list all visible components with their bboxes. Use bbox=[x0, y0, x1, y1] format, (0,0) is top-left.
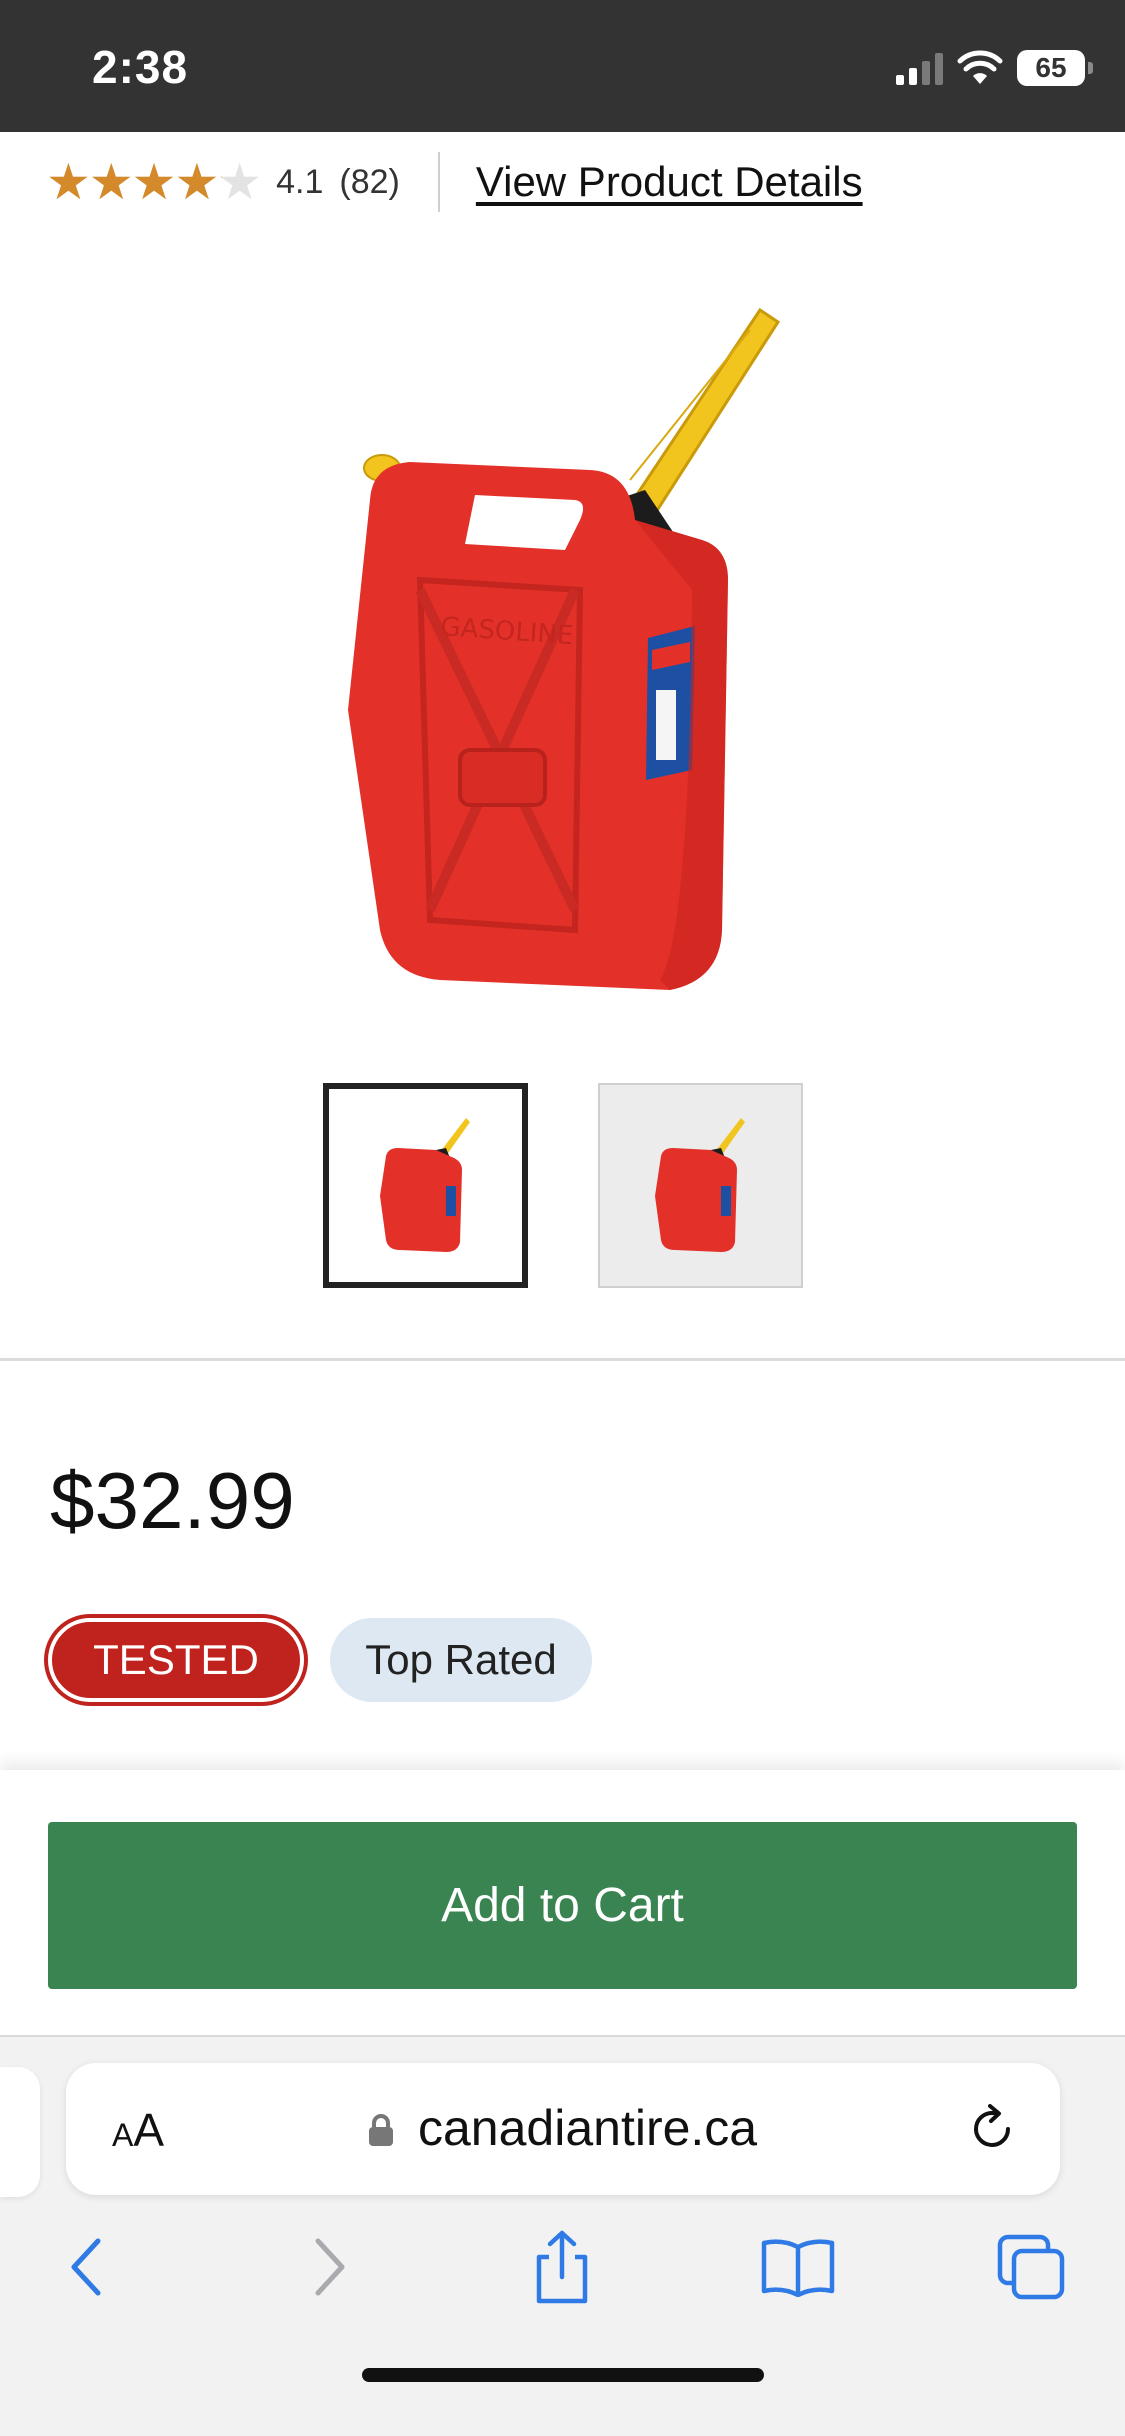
address-bar[interactable]: AA canadiantire.ca bbox=[66, 2063, 1060, 2195]
chevron-left-icon bbox=[71, 2238, 101, 2296]
jerry-can-thumbnail bbox=[654, 1117, 745, 1252]
share-button[interactable] bbox=[522, 2227, 602, 2307]
cart-bar: Add to Cart bbox=[0, 1770, 1125, 2035]
status-icons: 65 bbox=[896, 48, 1093, 88]
rating-row: ★★★★★ ★★★★★ 4.1 (82) View Product Detail… bbox=[46, 150, 863, 214]
home-indicator bbox=[362, 2368, 764, 2382]
back-button[interactable] bbox=[46, 2227, 126, 2307]
battery-icon: 65 bbox=[1017, 50, 1093, 86]
stars-filled: ★★★★★ bbox=[46, 157, 222, 207]
reader-settings-button[interactable]: AA bbox=[112, 2103, 164, 2157]
add-to-cart-button[interactable]: Add to Cart bbox=[48, 1822, 1077, 1989]
status-time: 2:38 bbox=[92, 41, 189, 93]
star-rating: ★★★★★ ★★★★★ bbox=[46, 157, 262, 207]
badges: TESTED Top Rated bbox=[48, 1618, 592, 1702]
page: 2:38 65 ★★★★★ ★★★★★ 4.1 (82) View Produc… bbox=[0, 0, 1125, 2436]
cellular-signal-icon bbox=[896, 51, 943, 85]
top-rated-badge: Top Rated bbox=[330, 1618, 592, 1702]
divider bbox=[437, 152, 440, 212]
rating-count[interactable]: (82) bbox=[339, 163, 399, 202]
chevron-right-icon bbox=[315, 2238, 345, 2296]
wifi-icon bbox=[957, 50, 1003, 84]
tabs-icon bbox=[997, 2234, 1065, 2300]
thumbnail-strip bbox=[323, 1083, 803, 1288]
section-divider bbox=[0, 1358, 1125, 1361]
tested-badge: TESTED bbox=[48, 1618, 304, 1702]
share-icon bbox=[536, 2230, 588, 2304]
reload-icon[interactable] bbox=[964, 2101, 1020, 2157]
thumbnail-1[interactable] bbox=[323, 1083, 528, 1288]
rating-value: 4.1 bbox=[276, 162, 324, 201]
bookmarks-button[interactable] bbox=[758, 2227, 838, 2307]
thumbnail-2[interactable] bbox=[598, 1083, 803, 1288]
book-icon bbox=[761, 2239, 835, 2297]
lock-icon bbox=[369, 2114, 393, 2146]
previous-tab-peek[interactable] bbox=[0, 2067, 40, 2197]
url-text: canadiantire.ca bbox=[418, 2100, 758, 2156]
view-product-details-link[interactable]: View Product Details bbox=[476, 158, 863, 206]
forward-button[interactable] bbox=[290, 2227, 370, 2307]
jerry-can-thumbnail bbox=[379, 1117, 470, 1252]
tabs-button[interactable] bbox=[992, 2227, 1072, 2307]
status-bar: 2:38 65 bbox=[0, 0, 1125, 132]
product-image[interactable]: GASOLINE bbox=[330, 290, 800, 1010]
safari-nav-toolbar bbox=[0, 2227, 1125, 2347]
jerry-can-image: GASOLINE bbox=[348, 307, 781, 990]
price: $32.99 bbox=[50, 1456, 295, 1545]
